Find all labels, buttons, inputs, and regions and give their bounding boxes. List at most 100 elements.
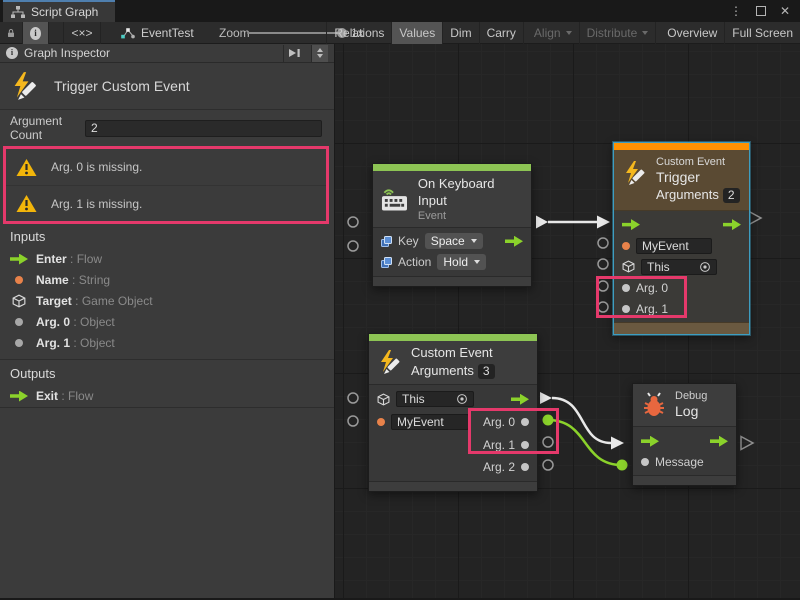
node-title: Custom Event: [411, 345, 495, 362]
overview-button[interactable]: Overview: [660, 22, 725, 44]
key-literal-icon: [381, 236, 392, 247]
graph-icon: [11, 6, 25, 18]
port-label: Message: [655, 455, 704, 469]
node-footer: [614, 322, 749, 334]
dock-right-button[interactable]: [283, 45, 305, 62]
node-custom-event[interactable]: Custom Event Arguments 3 This: [368, 333, 538, 492]
node-subtitle: Event: [418, 210, 523, 222]
chevron-up-icon: [317, 48, 323, 52]
inspector-toggle-button[interactable]: i: [23, 22, 49, 44]
arguments-count-badge[interactable]: 3: [478, 364, 495, 379]
graph-breadcrumb[interactable]: EventTest: [120, 22, 194, 44]
cube-icon: [377, 393, 390, 406]
event-strip: [369, 334, 537, 341]
cube-icon: [622, 260, 635, 273]
port-label: Key: [398, 234, 419, 248]
graph-inspector-panel: i Graph Inspector Trigger Custom Event A…: [0, 44, 335, 598]
arguments-label: Arguments: [656, 187, 719, 204]
port-receiver-name-in[interactable]: [348, 416, 358, 426]
port-flow-out-receiver[interactable]: [540, 392, 552, 404]
flow-arrow-icon: [10, 254, 28, 265]
dim-button[interactable]: Dim: [443, 22, 479, 44]
node-footer: [633, 475, 736, 485]
port-trigger-name-in[interactable]: [598, 238, 608, 248]
chevron-down-icon: [471, 239, 477, 243]
flow-in-arrow-icon[interactable]: [622, 219, 640, 230]
selected-event-strip: [614, 143, 749, 150]
port-label: Arg. 0: [483, 415, 515, 429]
target-field[interactable]: This: [396, 391, 474, 407]
values-button[interactable]: Values: [392, 22, 443, 44]
relations-button[interactable]: Relations: [326, 22, 392, 44]
node-kind: Custom Event: [656, 156, 740, 168]
port-list-item: Name : String: [10, 270, 110, 290]
node-title: Log: [675, 402, 707, 420]
wire-arrowhead: [597, 216, 610, 229]
port-label: Arg. 2: [483, 460, 515, 474]
string-dot-icon: [377, 418, 385, 426]
key-literal-icon: [381, 257, 392, 268]
string-dot-icon: [15, 276, 23, 284]
port-action-in[interactable]: [348, 241, 358, 251]
bug-icon: [641, 392, 667, 418]
target-icon[interactable]: [699, 261, 711, 273]
flow-arrow-icon: [10, 391, 28, 402]
chevron-down-icon: [566, 31, 572, 35]
flow-out-arrow-icon[interactable]: [710, 436, 728, 447]
full-screen-button[interactable]: Full Screen: [725, 22, 800, 44]
object-dot-icon: [641, 458, 649, 466]
target-field[interactable]: This: [641, 259, 717, 275]
event-name-field[interactable]: MyEvent: [636, 238, 712, 254]
event-name-field[interactable]: MyEvent: [391, 414, 469, 430]
tab-script-graph[interactable]: Script Graph: [3, 0, 115, 22]
arguments-count-badge[interactable]: 2: [723, 188, 740, 203]
unit-title-block: Trigger Custom Event: [0, 63, 334, 110]
chevron-down-icon: [642, 31, 648, 35]
flow-out-arrow-icon[interactable]: [505, 236, 523, 247]
panel-stepper[interactable]: [311, 45, 328, 62]
outputs-section-label: Outputs: [10, 366, 56, 381]
node-kind: Debug: [675, 390, 707, 402]
port-receiver-arg2-out[interactable]: [543, 460, 553, 470]
port-label: Arg. 0: [636, 281, 668, 295]
port-trigger-arg1-in[interactable]: [598, 302, 608, 312]
carry-button[interactable]: Carry: [480, 22, 524, 44]
port-label: Arg. 1: [636, 302, 668, 316]
node-on-keyboard-input[interactable]: On Keyboard Input Event Key Space: [372, 163, 532, 287]
keyboard-icon: [381, 186, 410, 212]
argument-count-input[interactable]: 2: [85, 120, 322, 137]
object-dot-icon: [521, 441, 529, 449]
action-dropdown[interactable]: Hold: [437, 254, 486, 270]
lock-button[interactable]: [0, 22, 23, 44]
code-icon: <×>: [71, 26, 92, 40]
port-flow-out-keyboard[interactable]: [536, 216, 548, 229]
flow-in-arrow-icon[interactable]: [641, 436, 659, 447]
port-list-item: Enter : Flow: [10, 249, 102, 269]
object-dot-icon: [15, 339, 23, 347]
port-trigger-arg0-in[interactable]: [598, 281, 608, 291]
port-trigger-target-in[interactable]: [598, 259, 608, 269]
port-key-in[interactable]: [348, 217, 358, 227]
flow-out-arrow-icon[interactable]: [511, 394, 529, 405]
code-view-button[interactable]: <×>: [63, 22, 101, 44]
port-arg0-out-connected[interactable]: [543, 415, 554, 426]
chevron-down-icon: [317, 54, 323, 58]
window-maximize-icon[interactable]: [756, 6, 766, 16]
argument-count-row: Argument Count 2: [0, 111, 334, 145]
key-dropdown[interactable]: Space: [425, 233, 483, 249]
target-icon[interactable]: [456, 393, 468, 405]
flow-out-arrow-icon[interactable]: [723, 219, 741, 230]
distribute-dropdown[interactable]: Distribute: [580, 22, 657, 44]
node-trigger-custom-event[interactable]: Custom Event Trigger Arguments 2 MyEvent: [613, 142, 750, 335]
port-flow-out-debug[interactable]: [741, 437, 753, 450]
lock-icon: [7, 26, 15, 40]
window-close-icon[interactable]: ✕: [780, 4, 790, 18]
port-receiver-target-in[interactable]: [348, 393, 358, 403]
window-menu-icon[interactable]: ⋮: [730, 4, 742, 18]
port-message-in-connected[interactable]: [617, 460, 628, 471]
port-flow-out-trigger[interactable]: [749, 212, 761, 225]
node-debug-log[interactable]: Debug Log Message: [632, 383, 737, 486]
port-receiver-arg1-out[interactable]: [543, 437, 553, 447]
graph-canvas[interactable]: On Keyboard Input Event Key Space: [335, 44, 800, 598]
align-dropdown[interactable]: Align: [527, 22, 580, 44]
